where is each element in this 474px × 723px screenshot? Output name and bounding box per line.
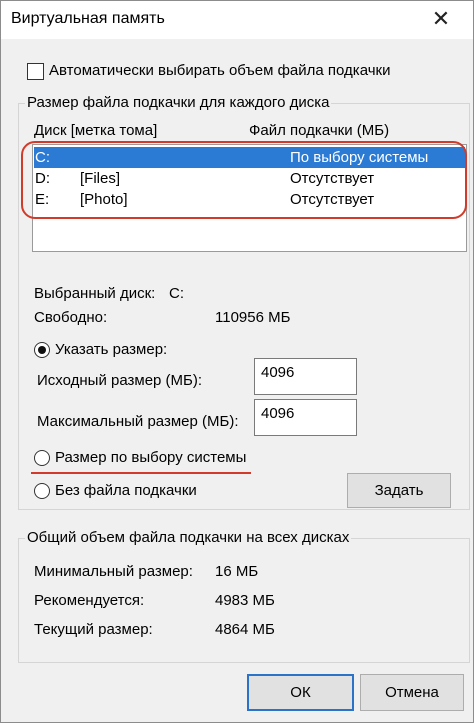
column-size-header: Файл подкачки (МБ) <box>249 122 390 139</box>
title-bar: Виртуальная память ✕ <box>1 1 473 39</box>
drives-list[interactable]: C: По выбору системы D: [Files] Отсутств… <box>32 144 467 252</box>
recommended-label: Рекомендуется: <box>34 592 145 609</box>
recommended-value: 4983 МБ <box>215 592 275 609</box>
drive-label: [Photo] <box>80 191 128 208</box>
drive-paging-size: Отсутствует <box>290 170 375 187</box>
auto-manage-checkbox[interactable] <box>27 63 44 80</box>
drive-row-e[interactable]: E: [Photo] Отсутствует <box>34 189 465 210</box>
column-drive-header: Диск [метка тома] <box>34 122 158 139</box>
ok-button[interactable]: ОК <box>247 674 354 711</box>
set-button[interactable]: Задать <box>347 473 451 508</box>
drive-label: [Files] <box>80 170 121 187</box>
no-paging-file-radio[interactable] <box>34 483 50 499</box>
system-size-label[interactable]: Размер по выбору системы <box>55 449 246 466</box>
drive-paging-size: По выбору системы <box>290 149 429 166</box>
cancel-button[interactable]: Отмена <box>360 674 464 711</box>
virtual-memory-dialog: Виртуальная память ✕ Автоматически выбир… <box>0 0 474 723</box>
drive-row-d[interactable]: D: [Files] Отсутствует <box>34 168 465 189</box>
drive-letter: E: <box>35 191 50 208</box>
drive-letter: D: <box>35 170 50 187</box>
free-space-value: 110956 МБ <box>215 309 291 326</box>
close-icon[interactable]: ✕ <box>427 5 455 33</box>
min-size-value: 16 МБ <box>215 563 259 580</box>
totals-group-legend: Общий объем файла подкачки на всех диска… <box>25 529 352 546</box>
annotation-underline <box>31 472 251 474</box>
current-size-label: Текущий размер: <box>34 621 153 638</box>
initial-size-input[interactable]: 4096 <box>254 358 357 395</box>
window-title: Виртуальная память <box>11 10 165 27</box>
free-space-label: Свободно: <box>34 309 108 326</box>
system-size-radio[interactable] <box>34 450 50 466</box>
max-size-label: Максимальный размер (МБ): <box>37 413 239 430</box>
drive-row-c[interactable]: C: По выбору системы <box>34 147 465 168</box>
custom-size-radio[interactable] <box>34 342 50 358</box>
selected-drive-value: C: <box>169 285 184 302</box>
drive-paging-size: Отсутствует <box>290 191 375 208</box>
auto-manage-label[interactable]: Автоматически выбирать объем файла подка… <box>49 62 390 79</box>
drive-letter: C: <box>35 149 50 166</box>
max-size-input[interactable]: 4096 <box>254 399 357 436</box>
min-size-label: Минимальный размер: <box>34 563 193 580</box>
selected-drive-label: Выбранный диск: <box>34 285 156 302</box>
drives-group-legend: Размер файла подкачки для каждого диска <box>25 94 332 111</box>
current-size-value: 4864 МБ <box>215 621 275 638</box>
initial-size-label: Исходный размер (МБ): <box>37 372 203 389</box>
no-paging-file-label[interactable]: Без файла подкачки <box>55 482 197 499</box>
custom-size-label[interactable]: Указать размер: <box>55 341 167 358</box>
